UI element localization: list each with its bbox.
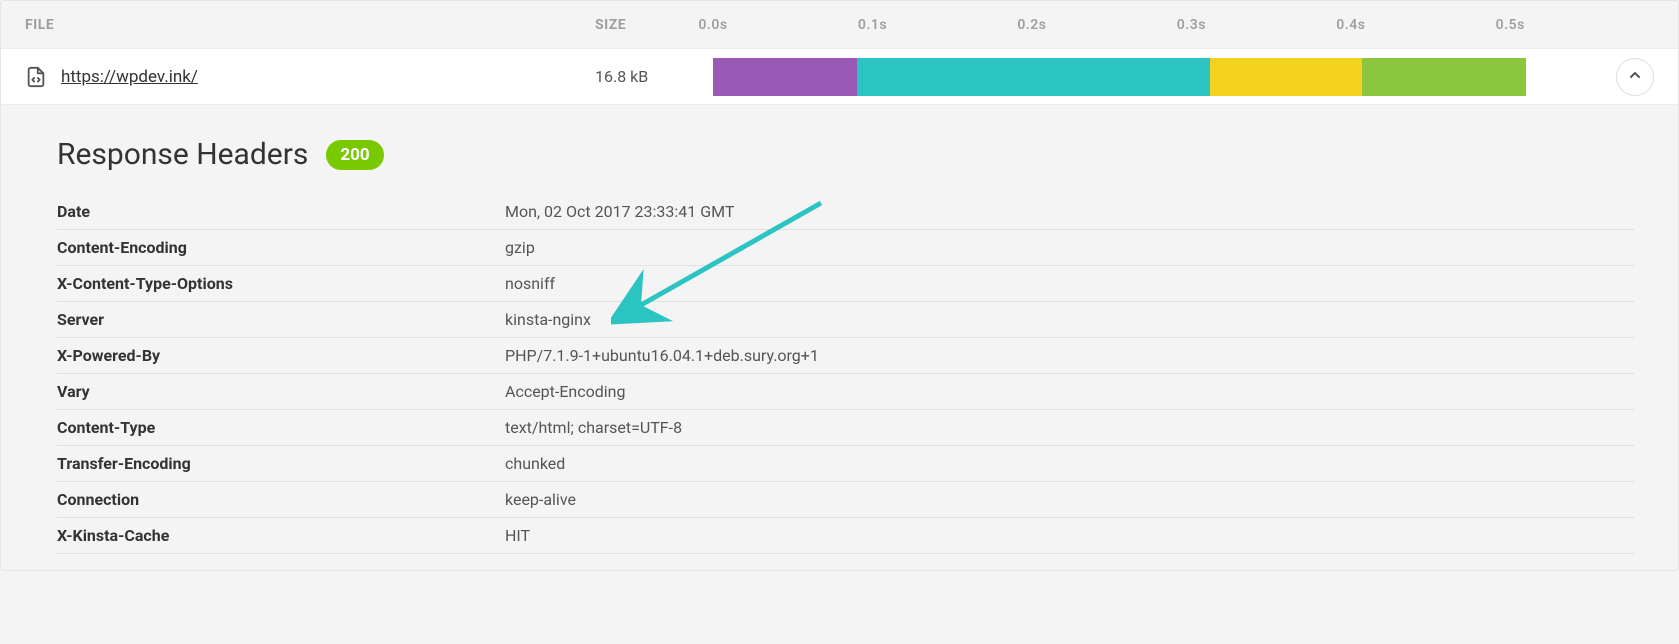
header-value: HIT [505, 526, 1634, 545]
html-file-icon [25, 66, 47, 88]
waterfall-segment-receive [1362, 58, 1526, 96]
tick-label: 0.3s [1177, 17, 1206, 33]
request-panel: FILE SIZE 0.0s 0.1s 0.2s 0.3s 0.4s 0.5s https… [0, 0, 1679, 571]
response-headers-section: Response Headers 200 DateMon, 02 Oct 201… [1, 105, 1678, 570]
header-key: Server [57, 310, 505, 329]
header-row: X-Content-Type-Optionsnosniff [57, 266, 1634, 302]
header-value: nosniff [505, 274, 1634, 293]
header-row: X-Kinsta-CacheHIT [57, 518, 1634, 554]
waterfall-segment-wait [1210, 58, 1361, 96]
header-row: X-Powered-ByPHP/7.1.9-1+ubuntu16.04.1+de… [57, 338, 1634, 374]
header-row: Content-Encodinggzip [57, 230, 1634, 266]
header-key: Vary [57, 382, 505, 401]
header-key: X-Kinsta-Cache [57, 526, 505, 545]
tick-label: 0.2s [1017, 17, 1046, 33]
tick-label: 0.1s [858, 17, 887, 33]
status-badge: 200 [326, 140, 383, 170]
waterfall-segment-connect [857, 58, 1211, 96]
tick-label: 0.4s [1336, 17, 1365, 33]
file-size: 16.8 kB [595, 67, 648, 86]
header-row: VaryAccept-Encoding [57, 374, 1634, 410]
file-url[interactable]: https://wpdev.ink/ [61, 67, 198, 87]
header-key: X-Content-Type-Options [57, 274, 505, 293]
header-value: gzip [505, 238, 1634, 257]
header-value: keep-alive [505, 490, 1634, 509]
headers-table: DateMon, 02 Oct 2017 23:33:41 GMTContent… [57, 194, 1634, 554]
header-key: Transfer-Encoding [57, 454, 505, 473]
header-key: Content-Type [57, 418, 505, 437]
header-value: Mon, 02 Oct 2017 23:33:41 GMT [505, 202, 1634, 221]
header-row: DateMon, 02 Oct 2017 23:33:41 GMT [57, 194, 1634, 230]
header-value: PHP/7.1.9-1+ubuntu16.04.1+deb.sury.org+1 [505, 346, 1634, 365]
header-row: Serverkinsta-nginx [57, 302, 1634, 338]
header-value: kinsta-nginx [505, 310, 1634, 329]
tick-label: 0.0s [698, 17, 727, 33]
header-row: Transfer-Encodingchunked [57, 446, 1634, 482]
waterfall-segment-dns [713, 58, 857, 96]
header-key: Content-Encoding [57, 238, 505, 257]
col-size-header: SIZE [595, 17, 713, 33]
header-key: Date [57, 202, 505, 221]
chevron-up-icon [1627, 67, 1643, 87]
header-row: Connectionkeep-alive [57, 482, 1634, 518]
header-key: Connection [57, 490, 505, 509]
header-value: text/html; charset=UTF-8 [505, 418, 1634, 437]
column-headers: FILE SIZE 0.0s 0.1s 0.2s 0.3s 0.4s 0.5s [1, 1, 1678, 49]
header-value: Accept-Encoding [505, 382, 1634, 401]
header-value: chunked [505, 454, 1634, 473]
header-row: Content-Typetext/html; charset=UTF-8 [57, 410, 1634, 446]
section-title: Response Headers [57, 137, 308, 172]
file-row[interactable]: https://wpdev.ink/ 16.8 kB [1, 49, 1678, 105]
tick-label: 0.5s [1496, 17, 1525, 33]
collapse-button[interactable] [1616, 58, 1654, 96]
header-key: X-Powered-By [57, 346, 505, 365]
col-file-header: FILE [25, 17, 595, 33]
waterfall-track [713, 58, 1590, 96]
